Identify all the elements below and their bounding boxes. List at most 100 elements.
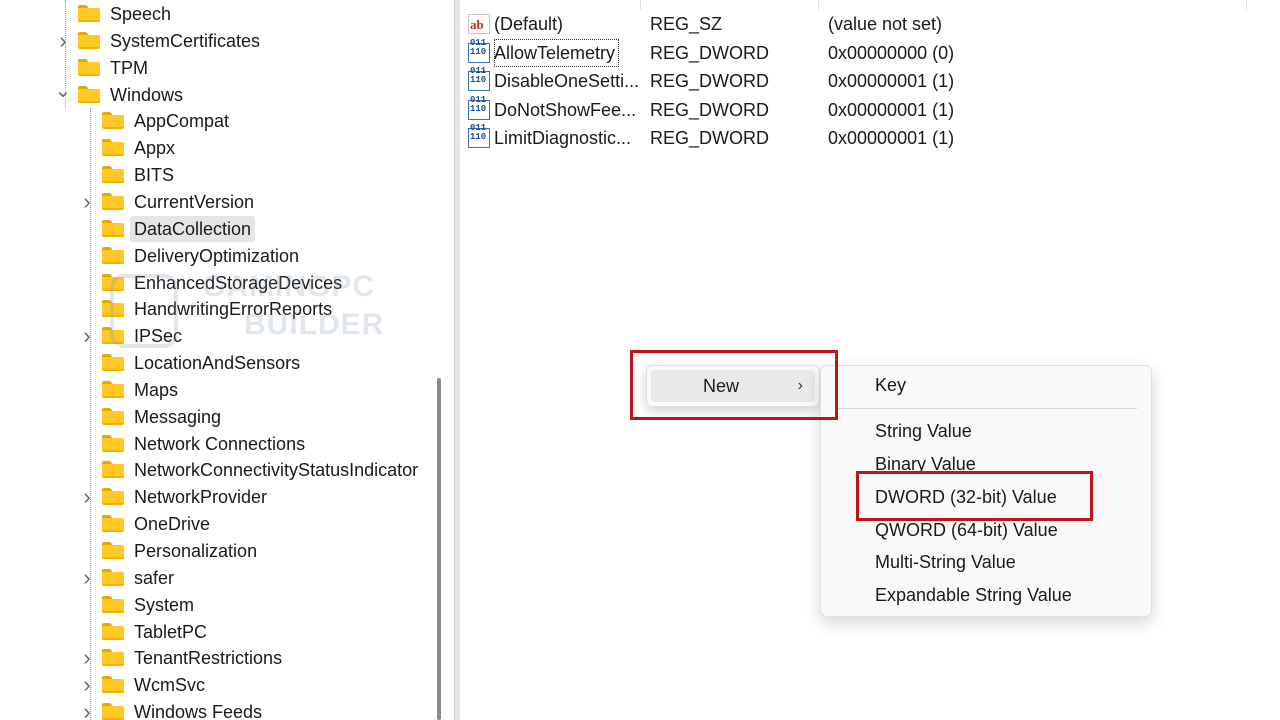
tree-node-label: AppCompat (134, 111, 230, 132)
value-data: 0x00000001 (1) (828, 71, 955, 91)
tree-node-label: EnhancedStorageDevices (134, 272, 343, 293)
value-row[interactable]: 011 110 DoNotShowFee... REG_DWORD 0x0000000… (460, 95, 1280, 124)
submenu-item-expandable-string-value[interactable]: Expandable String Value (875, 580, 1072, 610)
submenu-item-key[interactable]: Key (875, 370, 906, 400)
tree-node-label: Messaging (134, 406, 222, 427)
chevron-right-icon (54, 1, 72, 27)
chevron-right-icon (78, 135, 96, 161)
dword-value-icon: 011 110 (468, 67, 490, 91)
chevron-right-icon (78, 592, 96, 618)
folder-icon (78, 58, 100, 76)
chevron-right-icon (78, 404, 96, 430)
chevron-right-icon[interactable]: › (78, 484, 96, 510)
submenu-item-multi-string-value[interactable]: Multi-String Value (875, 547, 1016, 577)
tree-node-label: NetworkProvider (134, 487, 268, 508)
value-name: (Default) (494, 14, 564, 34)
value-type: REG_DWORD (650, 128, 770, 148)
chevron-right-icon[interactable]: › (54, 28, 72, 54)
column-separator (818, 0, 819, 10)
tree-node-label: DataCollection (130, 215, 256, 242)
chevron-right-icon (78, 619, 96, 645)
tree-node-label: Network Connections (134, 433, 306, 454)
chevron-right-icon (78, 457, 96, 483)
highlight-box-dword (856, 471, 1093, 521)
dword-value-icon: 011 110 (468, 124, 490, 148)
folder-icon (102, 112, 124, 130)
tree-node-label: DeliveryOptimization (134, 245, 300, 266)
value-name: AllowTelemetry (494, 38, 620, 67)
folder-icon (102, 488, 124, 506)
chevron-right-icon (78, 243, 96, 269)
tree-node-label: SystemCertificates (110, 30, 261, 51)
value-data: (value not set) (828, 14, 943, 34)
chevron-right-icon (78, 216, 96, 242)
tree-node-label: Maps (134, 379, 179, 400)
chevron-right-icon (78, 431, 96, 457)
chevron-right-icon (78, 538, 96, 564)
value-data: 0x00000001 (1) (828, 99, 955, 120)
folder-icon (102, 166, 124, 184)
chevron-right-icon[interactable]: › (78, 672, 96, 698)
dword-value-icon: 011 110 (468, 95, 490, 120)
chevron-right-icon[interactable]: › (78, 645, 96, 671)
value-row[interactable]: 011 110 AllowTelemetry REG_DWORD 0x00000000… (460, 38, 1280, 67)
tree-node-label: System (134, 594, 195, 615)
tree-node-label: Windows (110, 84, 184, 105)
folder-icon (102, 434, 124, 452)
tree-scrollbar-thumb[interactable] (437, 378, 441, 720)
folder-icon (102, 327, 124, 345)
registry-key-tree[interactable]: Speech › SystemCertificates TPM ⌄ Windows AppC… (0, 0, 428, 720)
chevron-right-icon[interactable]: › (78, 565, 96, 591)
value-type: REG_DWORD (650, 99, 770, 120)
column-separator (1246, 0, 1247, 10)
tree-node-label: Personalization (134, 541, 258, 561)
chevron-right-icon (54, 55, 72, 81)
folder-icon (102, 461, 124, 479)
folder-icon (102, 139, 124, 157)
chevron-right-icon[interactable]: › (78, 323, 96, 349)
value-name: LimitDiagnostic... (494, 128, 632, 148)
folder-icon (102, 703, 124, 720)
value-type: REG_SZ (650, 14, 723, 34)
folder-icon (102, 542, 124, 559)
folder-icon (78, 85, 100, 103)
chevron-right-icon[interactable]: › (78, 699, 96, 720)
value-data: 0x00000001 (1) (828, 128, 955, 148)
tree-node-label: Appx (134, 138, 176, 159)
folder-icon (102, 622, 124, 640)
tree-node-label: NetworkConnectivityStatusIndicator (134, 460, 419, 481)
submenu-item-string-value[interactable]: String Value (875, 416, 972, 446)
folder-icon (102, 219, 124, 237)
tree-node-label: TenantRestrictions (134, 648, 283, 669)
folder-icon (102, 273, 124, 291)
folder-icon (102, 407, 124, 425)
dword-value-icon: 011 110 (468, 38, 490, 63)
tree-node-label: IPSec (134, 326, 183, 347)
tree-scrollbar[interactable] (428, 0, 454, 720)
folder-icon (102, 568, 124, 586)
folder-icon (102, 380, 124, 398)
chevron-right-icon (78, 162, 96, 188)
folder-icon (102, 246, 124, 264)
chevron-right-icon (78, 511, 96, 537)
folder-icon (102, 300, 124, 318)
column-separator (640, 0, 641, 10)
tree-node-label: OneDrive (134, 514, 211, 535)
folder-icon (78, 5, 100, 22)
tree-node-label: CurrentVersion (134, 191, 255, 212)
tree-node-label: LocationAndSensors (134, 353, 301, 374)
value-row[interactable]: 011 110 DisableOneSetti... REG_DWORD 0x0000… (460, 67, 1280, 95)
chevron-right-icon (78, 270, 96, 296)
folder-icon (102, 649, 124, 667)
folder-icon (102, 354, 124, 372)
value-name: DoNotShowFee... (494, 99, 637, 120)
chevron-right-icon (78, 296, 96, 322)
chevron-right-icon[interactable]: › (78, 189, 96, 215)
value-type: REG_DWORD (650, 71, 770, 91)
chevron-down-icon[interactable]: ⌄ (54, 81, 72, 108)
tree-node-label: WcmSvc (134, 675, 205, 696)
value-row[interactable]: ab (Default) REG_SZ (value not set) (460, 10, 1280, 38)
value-row[interactable]: 011 110 LimitDiagnostic... REG_DWORD 0x0000… (460, 124, 1280, 152)
tree-node-label: BITS (134, 165, 175, 186)
string-value-icon: ab (468, 14, 490, 34)
